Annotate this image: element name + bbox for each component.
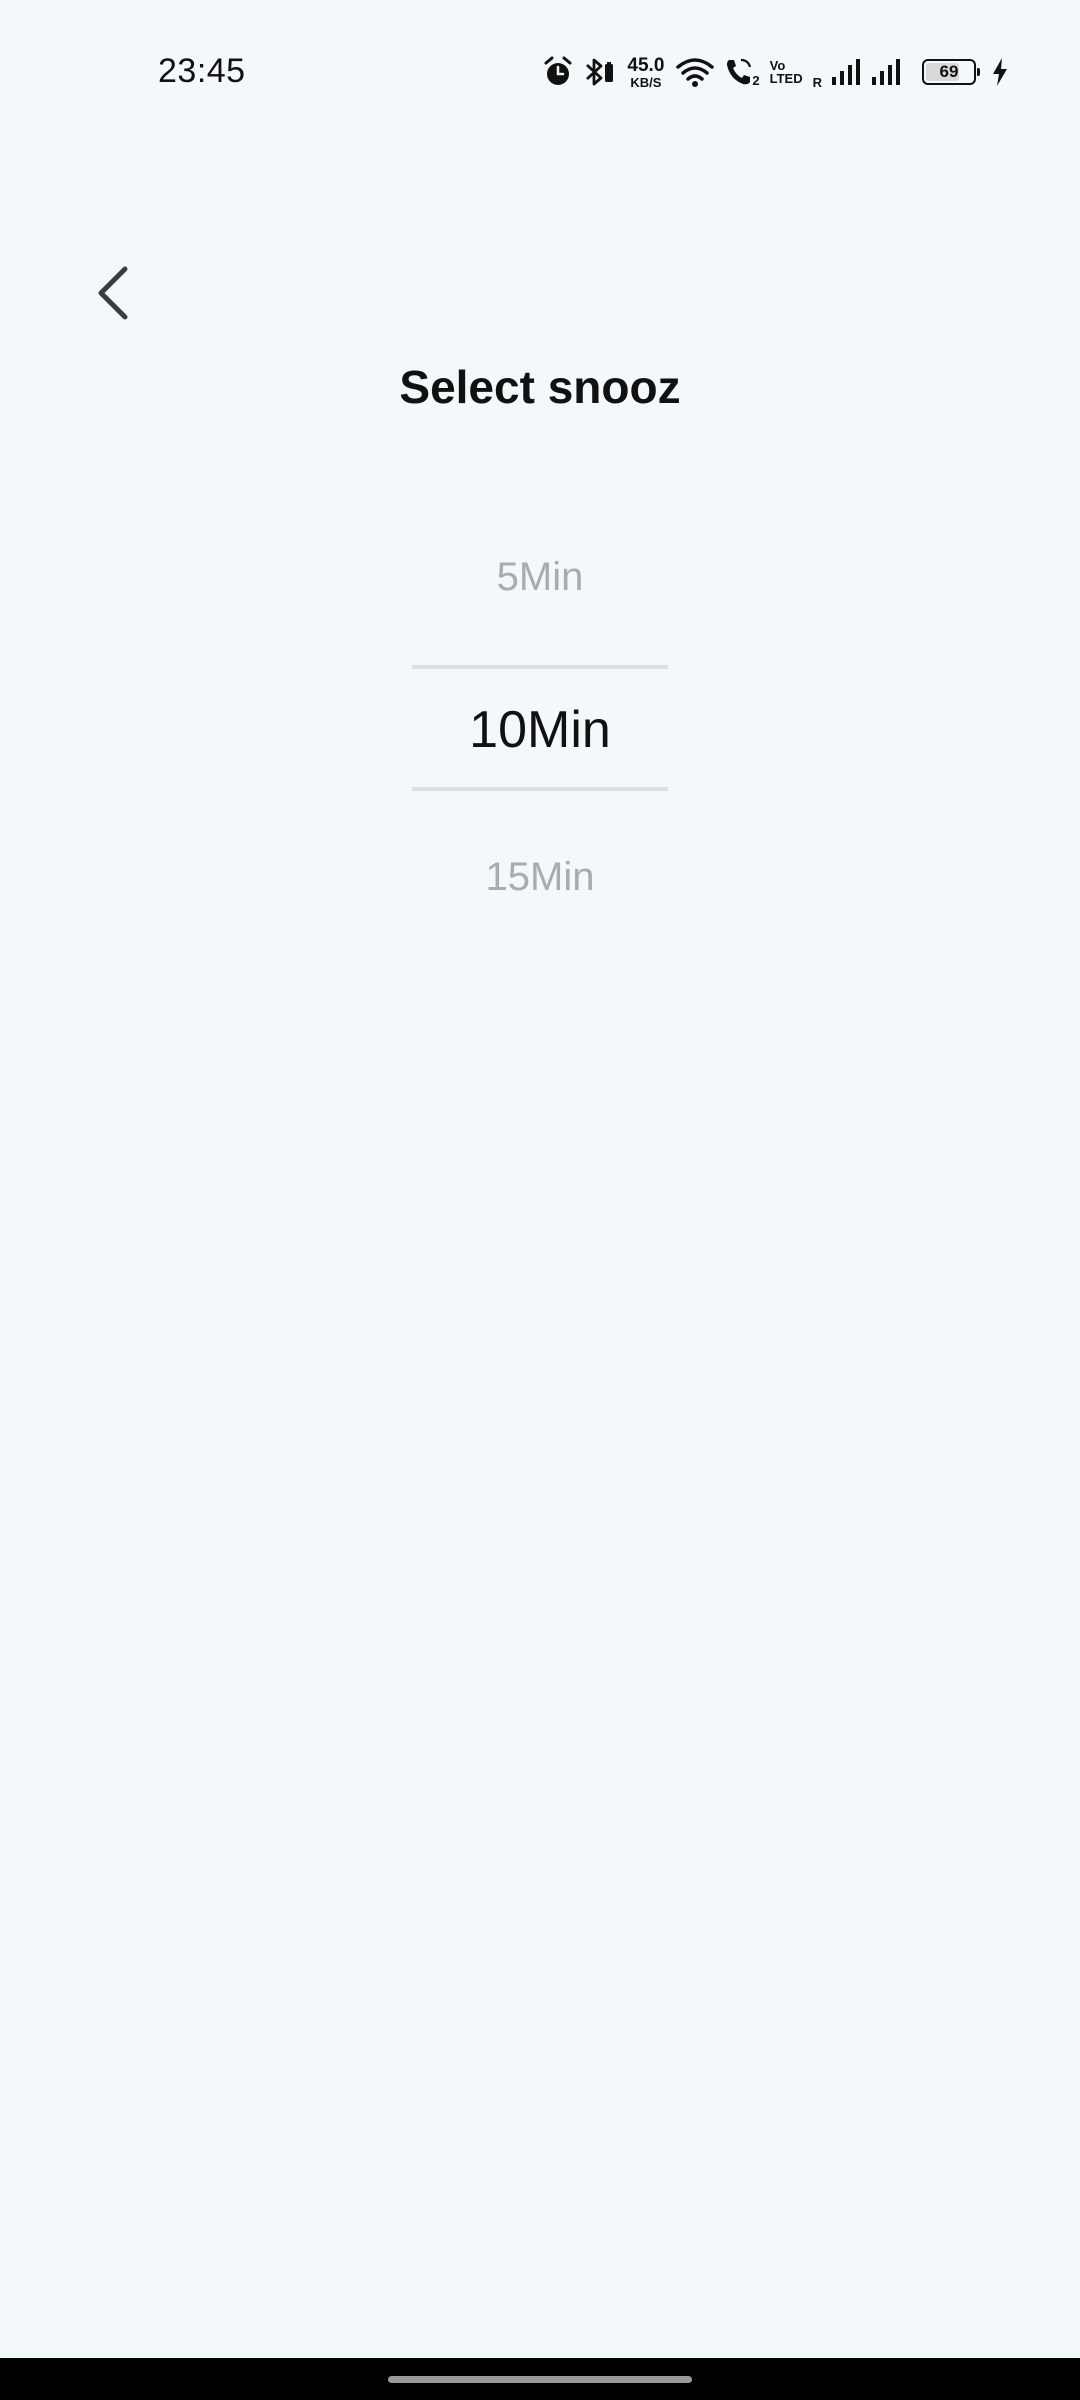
battery-icon: 69 bbox=[922, 59, 980, 85]
snooze-picker[interactable]: 5Min 10Min 15Min bbox=[412, 520, 668, 920]
net-speed-unit: KB/S bbox=[630, 74, 662, 90]
home-indicator[interactable] bbox=[388, 2376, 692, 2383]
charging-icon bbox=[992, 58, 1008, 86]
volte-bottom: LTE bbox=[769, 71, 794, 86]
battery-level: 69 bbox=[939, 62, 959, 81]
status-time: 23:45 bbox=[158, 52, 246, 90]
net-speed-value: 45.0 bbox=[627, 54, 665, 76]
back-button[interactable] bbox=[78, 255, 148, 335]
picker-option-5min[interactable]: 5Min bbox=[412, 555, 668, 600]
picker-option-selected[interactable]: 10Min bbox=[412, 700, 668, 760]
bluetooth-icon bbox=[583, 56, 615, 88]
signal-icon bbox=[872, 57, 902, 87]
signal-icon bbox=[832, 57, 862, 87]
alarm-icon bbox=[543, 56, 573, 88]
status-bar: 23:45 45.0 KB/S 2 Vo LTE D R 69 bbox=[0, 0, 1080, 140]
picker-divider-bottom bbox=[412, 787, 668, 791]
wifi-icon bbox=[676, 56, 715, 88]
page-title: Select snooz bbox=[399, 361, 681, 413]
picker-divider-top bbox=[412, 665, 668, 669]
navigation-bar bbox=[0, 2358, 1080, 2400]
status-icons: 45.0 KB/S 2 Vo LTE D R 69 bbox=[543, 52, 1008, 92]
call-sim-label: 2 bbox=[752, 73, 760, 88]
volte-sim: D bbox=[793, 71, 803, 86]
volte-icon: Vo LTE D bbox=[770, 59, 803, 85]
chevron-left-icon bbox=[93, 265, 133, 326]
wifi-calling-icon: 2 bbox=[724, 56, 760, 88]
roaming-indicator: R bbox=[812, 75, 822, 90]
net-speed: 45.0 KB/S bbox=[627, 56, 664, 89]
picker-option-15min[interactable]: 15Min bbox=[412, 855, 668, 900]
